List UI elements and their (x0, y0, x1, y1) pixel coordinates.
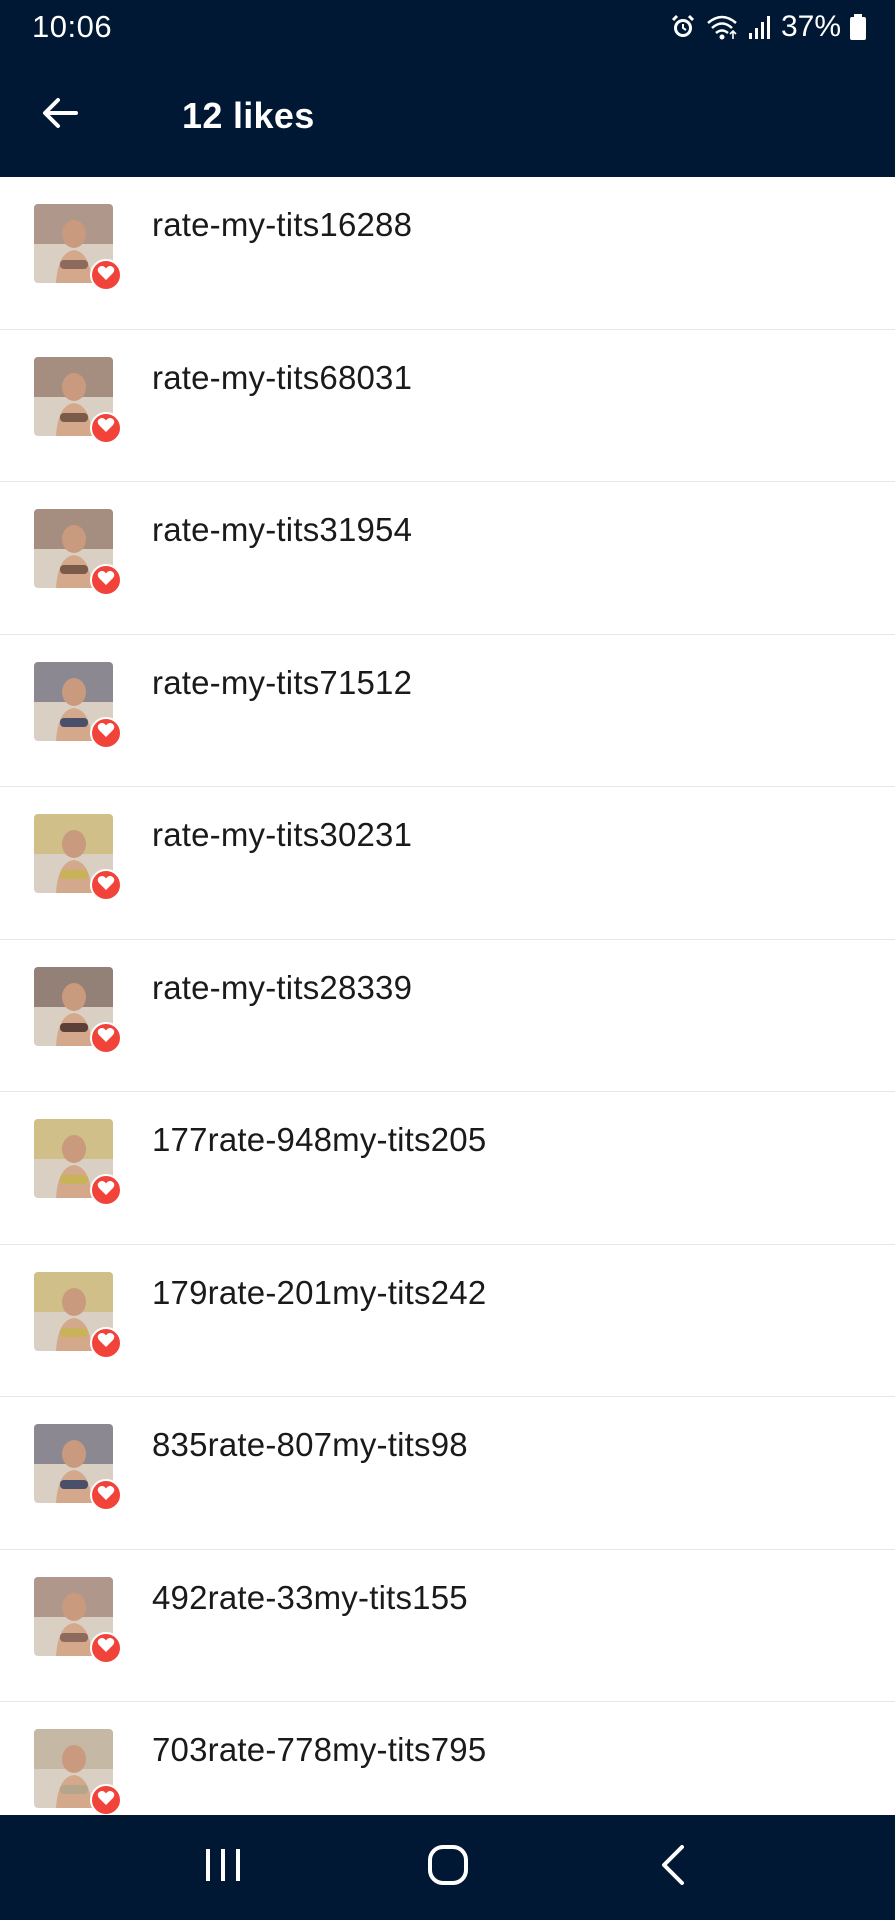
like-badge (90, 1784, 122, 1815)
like-badge (90, 1631, 122, 1664)
heart-icon (97, 570, 115, 591)
list-item[interactable]: rate-my-tits31954 (0, 482, 895, 635)
list-item[interactable]: 703rate-778my-tits795 (0, 1702, 895, 1815)
username[interactable]: 177rate-948my-tits205 (152, 1121, 486, 1159)
username[interactable]: 492rate-33my-tits155 (152, 1579, 468, 1617)
like-badge (90, 1326, 122, 1359)
status-bar: 10:06 37% (0, 0, 895, 54)
home-button[interactable] (408, 1828, 488, 1908)
status-icons: 37% (669, 10, 867, 44)
list-item[interactable]: 492rate-33my-tits155 (0, 1550, 895, 1702)
recent-apps-button[interactable] (183, 1828, 263, 1908)
like-badge (90, 869, 122, 901)
list-item[interactable]: 177rate-948my-tits205 (0, 1092, 895, 1245)
like-badge (90, 1021, 122, 1054)
wifi-icon (705, 13, 739, 41)
list-item[interactable]: 179rate-201my-tits242 (0, 1245, 895, 1397)
username[interactable]: rate-my-tits71512 (152, 664, 412, 702)
username[interactable]: 835rate-807my-tits98 (152, 1426, 468, 1464)
app-bar: 12 likes (0, 54, 895, 177)
heart-icon (97, 722, 115, 743)
like-badge (90, 716, 122, 749)
recent-apps-icon (203, 1847, 243, 1888)
heart-icon (97, 1180, 115, 1201)
like-badge (90, 1174, 122, 1206)
username[interactable]: rate-my-tits28339 (152, 969, 412, 1007)
heart-icon (97, 1332, 115, 1353)
arrow-left-icon (40, 96, 80, 135)
heart-icon (97, 265, 115, 286)
like-badge (90, 564, 122, 596)
back-icon (658, 1843, 688, 1892)
heart-icon (97, 1637, 115, 1658)
nav-back-button[interactable] (633, 1828, 713, 1908)
list-item[interactable]: 835rate-807my-tits98 (0, 1397, 895, 1550)
username[interactable]: rate-my-tits16288 (152, 206, 412, 244)
page-title: 12 likes (182, 94, 315, 136)
username[interactable]: 703rate-778my-tits795 (152, 1731, 486, 1769)
list-item[interactable]: rate-my-tits30231 (0, 787, 895, 940)
username[interactable]: rate-my-tits30231 (152, 816, 412, 854)
like-badge (90, 1479, 122, 1511)
heart-icon (97, 1027, 115, 1048)
battery-icon (849, 13, 867, 41)
home-icon (426, 1843, 470, 1892)
like-badge (90, 259, 122, 291)
likes-list: rate-my-tits16288 rate-my-tits68031 rate-m… (0, 177, 895, 1815)
status-time: 10:06 (32, 9, 113, 44)
heart-icon (97, 875, 115, 896)
username[interactable]: rate-my-tits68031 (152, 359, 412, 397)
heart-icon (97, 417, 115, 438)
alarm-icon (669, 13, 697, 41)
list-item[interactable]: rate-my-tits68031 (0, 330, 895, 482)
username[interactable]: 179rate-201my-tits242 (152, 1274, 486, 1312)
heart-icon (97, 1790, 115, 1811)
signal-icon (747, 13, 773, 41)
list-item[interactable]: rate-my-tits16288 (0, 177, 895, 330)
back-button[interactable] (0, 54, 120, 177)
heart-icon (97, 1485, 115, 1506)
battery-text: 37% (780, 10, 841, 43)
username[interactable]: rate-my-tits31954 (152, 511, 412, 549)
list-item[interactable]: rate-my-tits71512 (0, 635, 895, 787)
system-nav-bar (0, 1815, 895, 1920)
like-badge (90, 411, 122, 444)
list-item[interactable]: rate-my-tits28339 (0, 940, 895, 1092)
